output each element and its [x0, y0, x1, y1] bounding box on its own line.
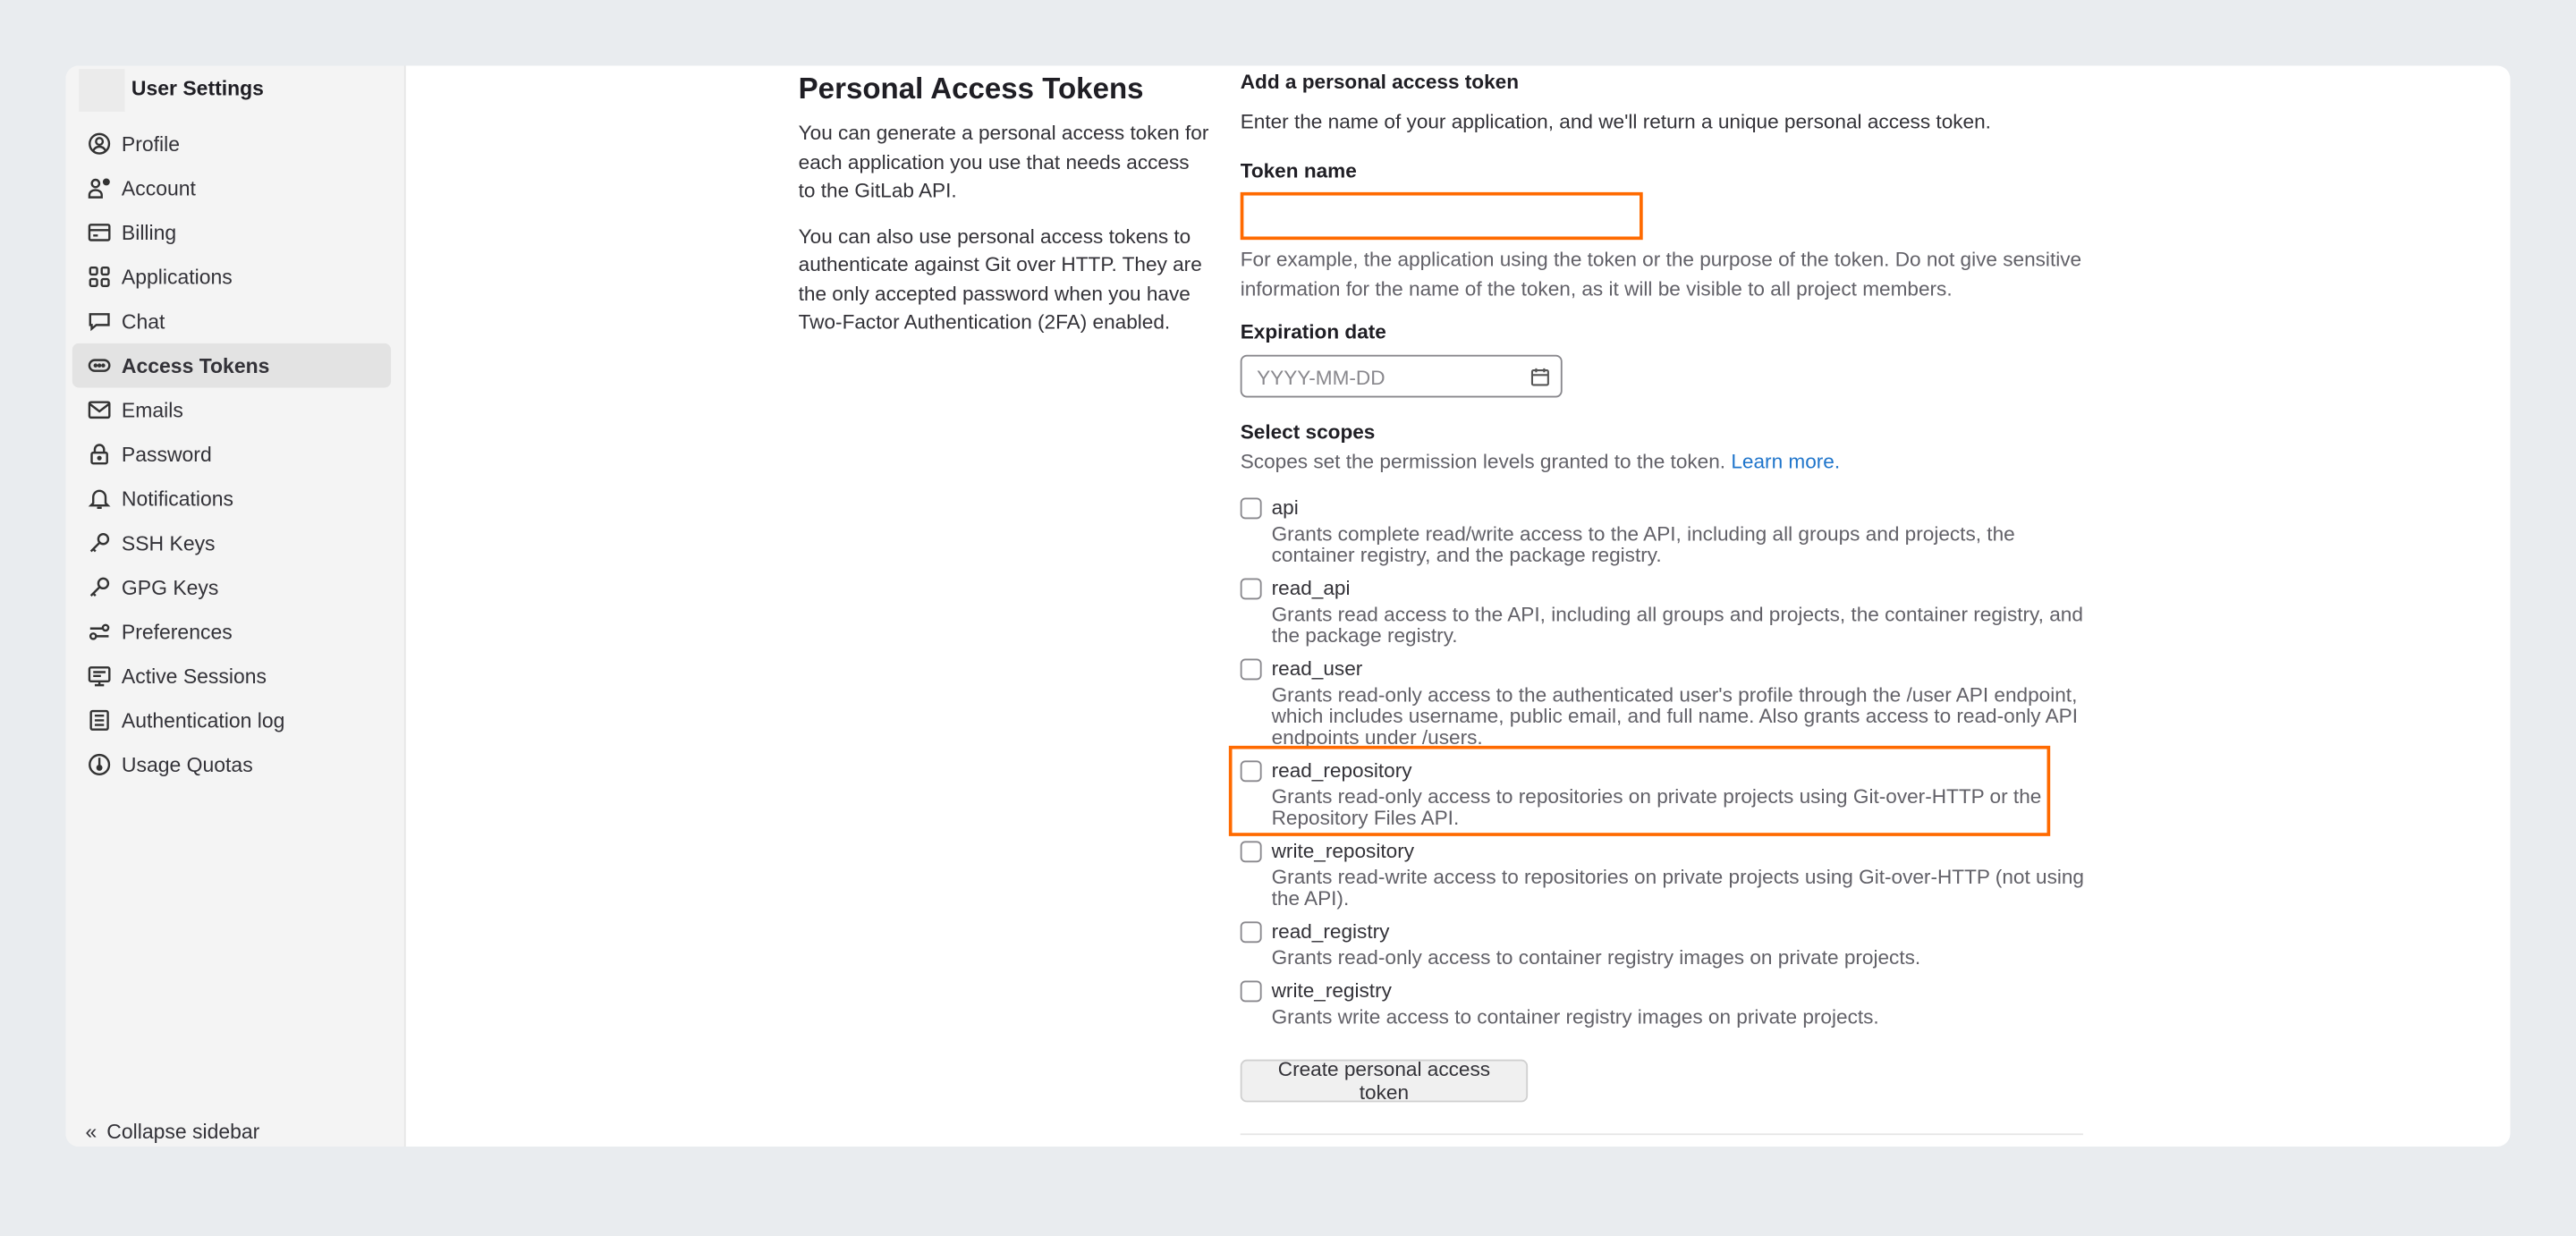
billing-icon [88, 224, 111, 241]
log-icon [89, 709, 109, 731]
collapse-sidebar-button[interactable]: « Collapse sidebar [86, 1121, 260, 1144]
preferences-icon [89, 623, 110, 640]
chevron-double-left-icon: « [85, 1120, 97, 1144]
sidebar-item-password[interactable]: Password [72, 432, 391, 477]
scope-checkbox[interactable] [1240, 841, 1262, 863]
scopes-help: Scopes set the permission levels granted… [1241, 450, 1840, 473]
token-name-highlight [1240, 191, 1643, 241]
scope-checkbox[interactable] [1240, 578, 1262, 600]
sidebar-item-label: Profile [121, 131, 181, 156]
sidebar-item-label: Account [121, 176, 196, 200]
sidebar-item-label: Chat [121, 309, 165, 333]
sidebar-item-label: Billing [121, 221, 177, 244]
sidebar: User Settings Profile Account Billing Ap… [65, 65, 406, 1147]
sidebar-item-label: Access Tokens [121, 353, 270, 377]
sidebar-item-authentication-log[interactable]: Authentication log [72, 698, 391, 743]
token-name-help: For example, the application using the t… [1240, 248, 2082, 301]
sidebar-item-account[interactable]: Account [72, 166, 391, 211]
mail-icon [88, 401, 111, 419]
settings-card: User Settings Profile Account Billing Ap… [65, 65, 2511, 1147]
scope-checkbox[interactable] [1240, 658, 1262, 681]
calendar-icon[interactable] [1530, 367, 1551, 388]
scope-description: Grants write access to container registr… [1271, 1005, 1879, 1029]
sidebar-item-label: Emails [121, 398, 183, 422]
monitor-icon [88, 666, 111, 687]
scope-description: Grants read access to the API, including… [1271, 603, 2083, 648]
scope-checkbox[interactable] [1240, 497, 1262, 520]
lock-icon [90, 444, 108, 465]
scopes-help-text: Scopes set the permission levels granted… [1240, 450, 1726, 473]
key-icon [89, 533, 110, 553]
bell-icon [88, 489, 111, 509]
sidebar-item-notifications[interactable]: Notifications [72, 477, 391, 521]
scope-name: write_registry [1271, 978, 1392, 1003]
token-icon [88, 359, 111, 372]
scope-name: read_user [1271, 656, 1363, 681]
scope-name: write_repository [1271, 839, 1415, 863]
sidebar-item-label: Authentication log [121, 708, 285, 732]
sidebar-item-ssh-keys[interactable]: SSH Keys [72, 521, 391, 565]
sidebar-item-applications[interactable]: Applications [72, 255, 391, 300]
scope-checkbox[interactable] [1240, 921, 1262, 944]
sidebar-item-label: Active Sessions [121, 664, 267, 688]
scope-description: Grants read-write access to repositories… [1271, 865, 2084, 910]
expiration-date-input[interactable]: YYYY-MM-DD [1240, 354, 1563, 398]
intro-paragraph: You can generate a personal access token… [798, 121, 1209, 202]
applications-icon [89, 266, 110, 288]
quota-icon [89, 753, 111, 776]
sidebar-item-label: GPG Keys [121, 575, 219, 599]
sidebar-item-profile[interactable]: Profile [72, 122, 391, 166]
scope-description: Grants read-only access to the authentic… [1271, 683, 2078, 749]
sidebar-item-label: Password [121, 442, 212, 466]
learn-more-link[interactable]: Learn more. [1731, 450, 1840, 473]
sidebar-nav: Profile Account Billing Applications Cha… [72, 122, 392, 787]
account-icon [88, 178, 110, 199]
scope-checkbox[interactable] [1240, 980, 1262, 1003]
form-heading: Add a personal access token [1240, 70, 1520, 94]
logo [79, 69, 125, 112]
create-token-button[interactable]: Create personal access token [1240, 1058, 1529, 1104]
profile-icon [89, 132, 111, 155]
intro-paragraph-2fa: You can also use personal access tokens … [798, 224, 1202, 334]
scopes-label: Select scopes [1240, 420, 1376, 444]
scope-description: Grants read-only access to container reg… [1271, 945, 1921, 969]
scope-name: api [1271, 495, 1299, 520]
scope-description: Grants complete read/write access to the… [1271, 522, 2015, 567]
sidebar-title: User Settings [131, 77, 264, 101]
sidebar-item-gpg-keys[interactable]: GPG Keys [72, 565, 391, 610]
sidebar-item-label: Notifications [121, 487, 233, 511]
sidebar-item-label: Preferences [121, 620, 233, 644]
collapse-sidebar-label: Collapse sidebar [106, 1120, 260, 1144]
read-repository-highlight [1228, 745, 2051, 836]
sidebar-item-preferences[interactable]: Preferences [72, 609, 391, 654]
intro-section: Personal Access Tokens You can generate … [799, 72, 1209, 354]
sidebar-item-chat[interactable]: Chat [72, 299, 391, 343]
page-title: Personal Access Tokens [798, 72, 1144, 106]
sidebar-item-usage-quotas[interactable]: Usage Quotas [72, 742, 391, 787]
sidebar-item-billing[interactable]: Billing [72, 210, 391, 255]
sidebar-item-label: Usage Quotas [121, 753, 253, 776]
chat-icon [89, 313, 110, 332]
divider [1240, 1133, 2083, 1136]
sidebar-item-active-sessions[interactable]: Active Sessions [72, 654, 391, 698]
sidebar-item-label: Applications [121, 265, 233, 289]
form-subheading: Enter the name of your application, and … [1240, 110, 1991, 133]
expiration-label: Expiration date [1240, 320, 1386, 343]
key-icon [89, 577, 110, 597]
sidebar-item-access-tokens[interactable]: Access Tokens [72, 343, 392, 388]
scope-name: read_api [1271, 576, 1351, 600]
sidebar-item-label: SSH Keys [121, 531, 216, 555]
scope-name: read_registry [1271, 919, 1390, 944]
expiration-placeholder: YYYY-MM-DD [1257, 366, 1385, 390]
sidebar-item-emails[interactable]: Emails [72, 387, 391, 432]
token-name-label: Token name [1240, 159, 1357, 182]
